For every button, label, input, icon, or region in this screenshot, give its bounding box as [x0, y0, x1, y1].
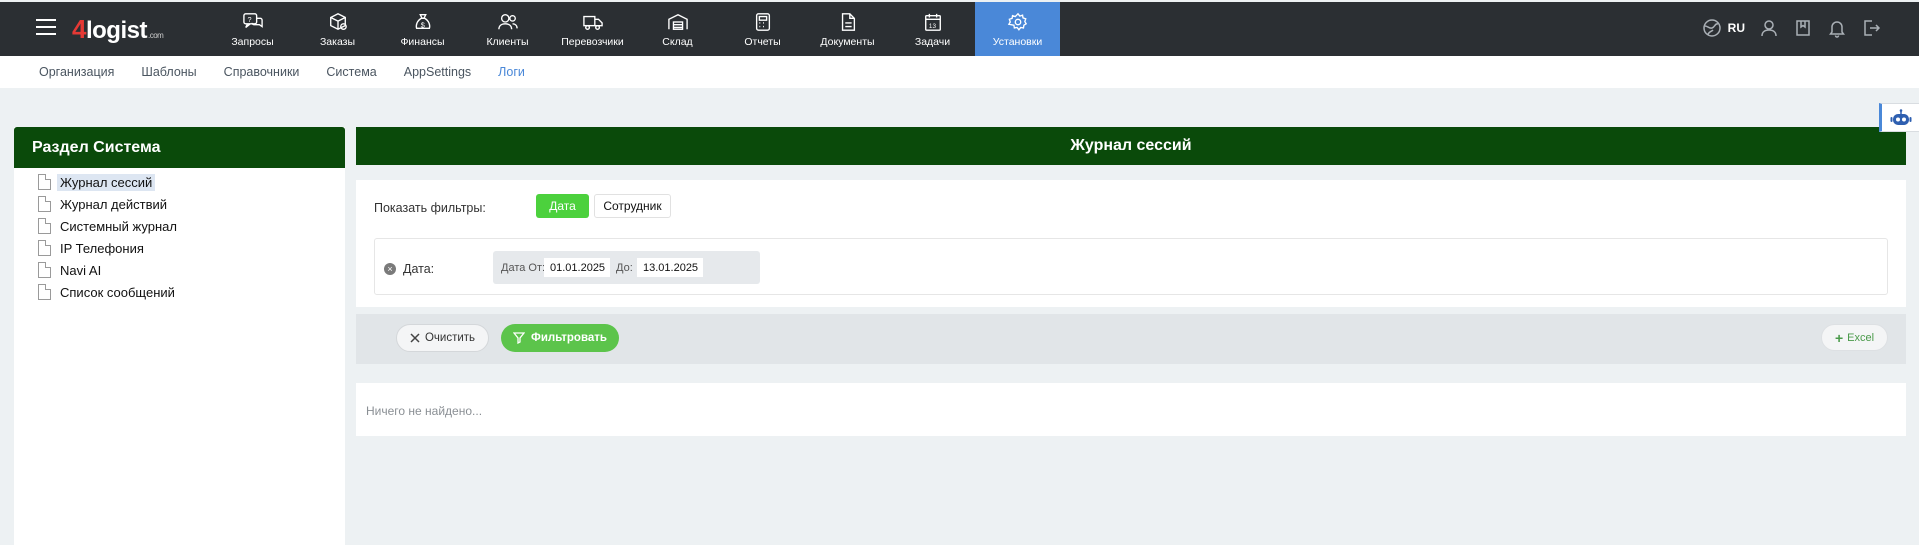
export-excel-button[interactable]: + Excel: [1821, 324, 1888, 351]
language-selector[interactable]: RU: [1728, 21, 1745, 35]
file-icon: [38, 240, 51, 256]
results-panel: Ничего не найдено...: [356, 383, 1906, 436]
tree-item-session-log[interactable]: Журнал сессий: [38, 171, 345, 193]
menu-icon[interactable]: [36, 19, 56, 35]
document-icon: [841, 13, 855, 31]
chat-question-icon: ?: [242, 13, 263, 28]
warehouse-icon: [667, 13, 688, 30]
subnav-appsettings[interactable]: AppSettings: [404, 65, 471, 79]
empty-message: Ничего не найдено...: [366, 404, 483, 418]
plus-icon: +: [1834, 329, 1844, 346]
clear-button[interactable]: Очистить: [396, 324, 489, 352]
page-title: Журнал сессий: [356, 127, 1906, 165]
file-icon: [38, 262, 51, 278]
subnav-logs[interactable]: Логи: [498, 65, 525, 79]
subnav-system[interactable]: Система: [326, 65, 376, 79]
funnel-icon: [513, 332, 526, 344]
close-icon: [410, 333, 420, 343]
user-icon[interactable]: [1759, 18, 1779, 38]
robot-icon: [1890, 108, 1911, 125]
remove-filter-icon[interactable]: ×: [384, 263, 396, 275]
date-range-group: Дата От: До:: [493, 251, 760, 284]
logo[interactable]: 4logist.com: [72, 14, 164, 45]
show-filters-label: Показать фильтры:: [374, 201, 486, 215]
tree-item-system-log[interactable]: Системный журнал: [38, 215, 345, 237]
date-to-label: До:: [616, 262, 633, 274]
nav-clients[interactable]: Клиенты: [465, 2, 550, 56]
gear-icon: [1007, 12, 1027, 31]
assistant-robot-button[interactable]: [1879, 103, 1919, 132]
subnav-templates[interactable]: Шаблоны: [141, 65, 196, 79]
nav-requests[interactable]: ? Запросы: [210, 2, 295, 56]
tree-item-ip-telephony[interactable]: IP Телефония: [38, 237, 345, 259]
nav-orders[interactable]: Заказы: [295, 2, 380, 56]
svg-text:?: ?: [247, 15, 251, 24]
nav-reports[interactable]: Отчеты: [720, 2, 805, 56]
tree-item-navi-ai[interactable]: Navi AI: [38, 259, 345, 281]
users-icon: [497, 14, 518, 30]
top-navbar: 4logist.com ? Запросы Заказы $ Финансы К…: [0, 2, 1919, 56]
bookmark-book-icon[interactable]: [1793, 18, 1813, 38]
file-icon: [38, 196, 51, 212]
date-from-input[interactable]: [544, 258, 610, 277]
date-from-label: Дата От:: [501, 262, 546, 274]
svg-text:13: 13: [928, 23, 936, 30]
subnav-organization[interactable]: Организация: [39, 65, 114, 79]
globe-icon[interactable]: [1702, 18, 1722, 38]
section-title: Раздел Система: [14, 127, 345, 168]
file-icon: [38, 218, 51, 234]
calendar-icon: 13: [924, 13, 941, 31]
calculator-icon: [755, 13, 770, 31]
file-icon: [38, 284, 51, 300]
money-bag-icon: $: [415, 14, 430, 29]
file-icon: [38, 174, 51, 190]
nav-tasks[interactable]: 13 Задачи: [890, 2, 975, 56]
date-filter-label: Дата:: [403, 262, 435, 276]
settings-subnav: Организация Шаблоны Справочники Система …: [0, 56, 1919, 88]
tree-item-message-list[interactable]: Список сообщений: [38, 281, 345, 303]
nav-carriers[interactable]: Перевозчики: [550, 2, 635, 56]
filters-panel: Показать фильтры: Дата Сотрудник × Дата:…: [356, 180, 1906, 307]
truck-icon: [582, 15, 603, 30]
nav-documents[interactable]: Документы: [805, 2, 890, 56]
date-filter-row: × Дата: Дата От: До:: [374, 238, 1888, 295]
system-section-panel: Раздел Система Журнал сессий Журнал дейс…: [14, 127, 345, 545]
tree-item-action-log[interactable]: Журнал действий: [38, 193, 345, 215]
date-to-input[interactable]: [637, 258, 703, 277]
subnav-directories[interactable]: Справочники: [224, 65, 300, 79]
filter-actions-bar: Очистить Фильтровать + Excel: [356, 314, 1906, 364]
nav-finance[interactable]: $ Финансы: [380, 2, 465, 56]
filter-chip-date[interactable]: Дата: [536, 194, 589, 218]
svg-text:$: $: [420, 20, 424, 29]
filter-chip-employee[interactable]: Сотрудник: [594, 194, 671, 218]
package-icon: [329, 13, 347, 31]
nav-settings[interactable]: Установки: [975, 2, 1060, 56]
nav-warehouse[interactable]: Склад: [635, 2, 720, 56]
bell-icon[interactable]: [1827, 18, 1847, 38]
section-tree: Журнал сессий Журнал действий Системный …: [14, 168, 345, 303]
logout-icon[interactable]: [1861, 18, 1881, 38]
filter-button[interactable]: Фильтровать: [501, 324, 619, 352]
